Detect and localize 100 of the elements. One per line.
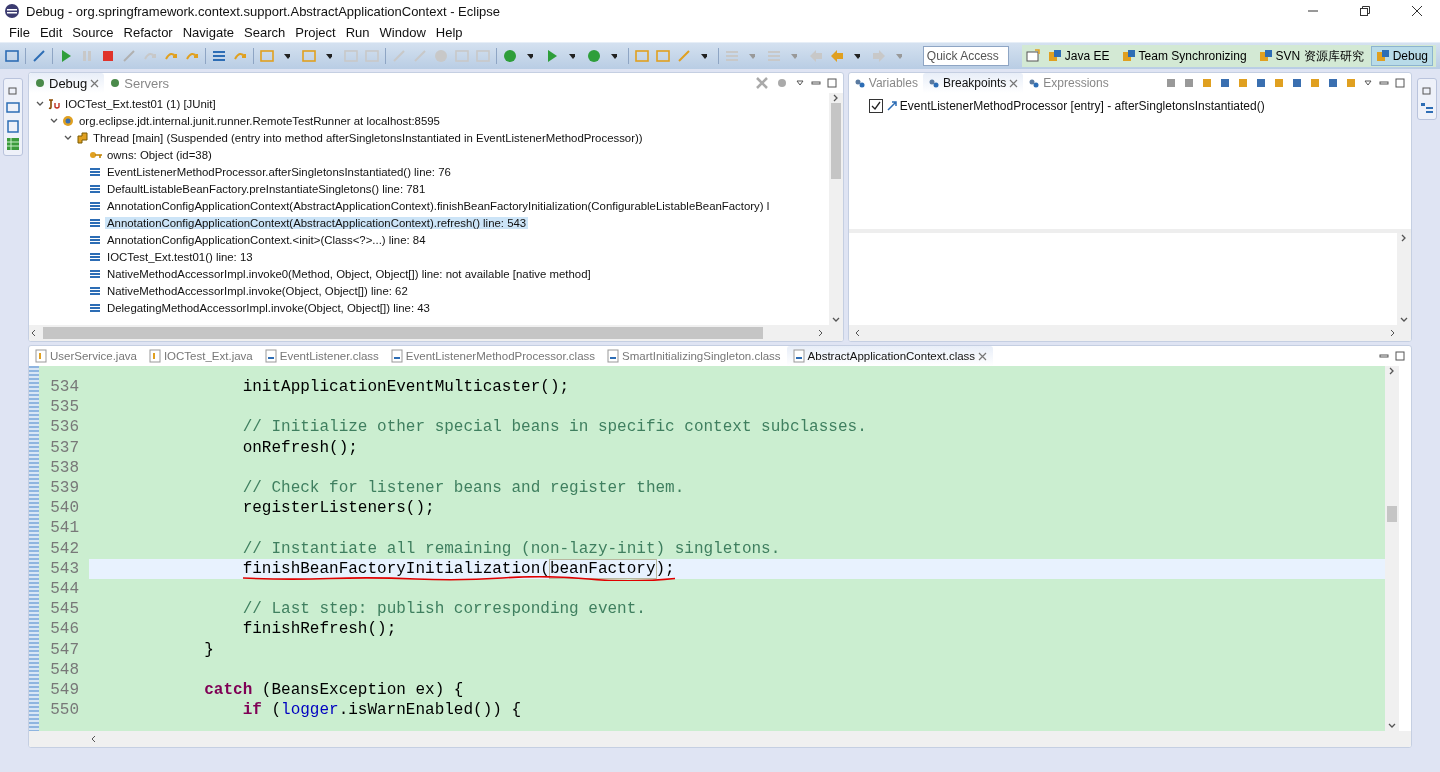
menu-item[interactable]: Run bbox=[340, 24, 375, 40]
editor-tab[interactable]: EventListenerMethodProcessor.class bbox=[384, 346, 602, 366]
perspective-button[interactable]: SVN 资源库研究 bbox=[1253, 46, 1369, 66]
scroll-thumb[interactable] bbox=[830, 103, 841, 179]
maximize-icon[interactable] bbox=[1395, 351, 1405, 361]
code-line: catch (BeansException ex) { bbox=[203, 680, 464, 699]
stop-icon[interactable] bbox=[100, 48, 116, 64]
scrollbar[interactable] bbox=[29, 731, 1411, 747]
tree-item[interactable]: NativeMethodAccessorImpl.invoke(Object, Object[]) line: 62 bbox=[29, 282, 829, 299]
menu-item[interactable]: Edit bbox=[34, 24, 68, 40]
line-number: 544 bbox=[49, 578, 80, 600]
tree-item-label: DefaultListableBeanFactory.preInstantiateSingletons() line: 781 bbox=[106, 182, 427, 195]
menu-item[interactable]: Navigate bbox=[177, 24, 239, 40]
minimize-icon[interactable] bbox=[1379, 351, 1389, 361]
tree-item[interactable]: AnnotationConfigApplicationContext(AbstractApplicationContext).finishBeanFactoryInitialization(ConfigurableListableBeanFactory) l bbox=[29, 197, 829, 214]
process-icon bbox=[61, 113, 75, 128]
maximize-icon[interactable] bbox=[1395, 78, 1405, 88]
tree-item-label: IOCTest_Ext.test01() line: 13 bbox=[106, 250, 254, 263]
scrollbar[interactable] bbox=[1385, 366, 1399, 731]
code-comment: // Initialize other special beans in specific context subclasses. bbox=[241, 418, 867, 437]
editor-tab[interactable]: EventListener.class bbox=[258, 346, 385, 366]
menu-item[interactable]: File bbox=[4, 24, 35, 40]
quick-access-field[interactable]: Quick Access bbox=[922, 46, 1009, 66]
junit-icon bbox=[47, 97, 61, 110]
tree-item[interactable]: IOCTest_Ext.test01 (1) [JUnit] bbox=[29, 95, 829, 112]
line-number: 543 bbox=[39, 558, 89, 579]
menu-item[interactable]: Source bbox=[67, 24, 119, 40]
editor-tab[interactable]: SmartInitializingSingleton.class bbox=[601, 346, 787, 366]
back-icon[interactable] bbox=[829, 48, 845, 64]
tree-item[interactable]: NativeMethodAccessorImpl.invoke0(Method, Object, Object[]) line: not available [native method] bbox=[29, 265, 829, 282]
menu-item[interactable]: Search bbox=[239, 24, 291, 40]
tree-item[interactable]: Thread [main] (Suspended (entry into method afterSingletonsInstantiated in EventListenerMethodProcessor)) bbox=[29, 129, 829, 146]
view-tab[interactable]: Variables bbox=[848, 73, 923, 93]
view-menu-icon[interactable] bbox=[1363, 78, 1373, 88]
code-line: if (logger.isWarnEnabled()) { bbox=[241, 701, 522, 720]
line-number: 545 bbox=[49, 599, 80, 620]
breakpoint-icon bbox=[885, 99, 898, 112]
perspective-icon bbox=[1121, 49, 1136, 63]
scroll-thumb[interactable] bbox=[43, 327, 763, 339]
table-icon[interactable] bbox=[6, 137, 20, 151]
editor-tab[interactable]: AbstractApplicationContext.class bbox=[786, 346, 994, 366]
checkbox[interactable] bbox=[868, 98, 883, 113]
perspective-button[interactable]: Java EE bbox=[1042, 46, 1115, 66]
tree-item[interactable]: DelegatingMethodAccessorImpl.invoke(Object, Object[]) line: 43 bbox=[29, 299, 829, 316]
close-icon[interactable] bbox=[1009, 78, 1019, 88]
perspective-button[interactable]: Team Synchronizing bbox=[1116, 46, 1252, 66]
menu-item[interactable]: Project bbox=[290, 24, 341, 40]
minimize-icon[interactable] bbox=[1379, 78, 1389, 88]
editor-tab[interactable]: UserService.java bbox=[29, 346, 143, 366]
view-tab[interactable]: Debug bbox=[29, 73, 105, 93]
code-comment: // Check for listener beans and register them. bbox=[241, 479, 685, 498]
minimize-icon[interactable] bbox=[810, 78, 821, 88]
scrollbar[interactable] bbox=[828, 93, 843, 325]
view-tab[interactable]: Breakpoints bbox=[922, 73, 1024, 93]
line-number: 535 bbox=[49, 397, 80, 418]
stack-frame-icon bbox=[89, 284, 101, 297]
tree-item[interactable]: EventListenerMethodProcessor.afterSingletonsInstantiated() line: 76 bbox=[29, 163, 829, 180]
monitor-icon[interactable] bbox=[6, 101, 20, 115]
scrollbar[interactable] bbox=[848, 325, 1411, 341]
thread-icon bbox=[75, 130, 89, 145]
tree-item[interactable]: AnnotationConfigApplicationContext(AbstractApplicationContext).refresh() line: 543 bbox=[29, 214, 829, 231]
tree-item[interactable]: org.eclipse.jdt.internal.junit.runner.RemoteTestRunner at localhost:8595 bbox=[29, 112, 829, 129]
tree-item-label: Thread [main] (Suspended (entry into method afterSingletonsInstantiated in EventListenerMethodProcessor)) bbox=[92, 131, 644, 144]
line-number: 540 bbox=[49, 498, 80, 519]
perspective-icon bbox=[1047, 49, 1062, 63]
menu-item[interactable]: Refactor bbox=[118, 24, 178, 40]
editor-tab[interactable]: IOCTest_Ext.java bbox=[142, 346, 259, 366]
close-icon[interactable] bbox=[978, 351, 988, 361]
clipboard-icon[interactable] bbox=[6, 119, 20, 133]
scrollbar[interactable] bbox=[29, 325, 843, 341]
close-icon[interactable] bbox=[90, 78, 100, 88]
tree-item[interactable]: AnnotationConfigApplicationContext.<init>(Class<?>...) line: 84 bbox=[29, 231, 829, 248]
drop-frame-icon[interactable] bbox=[211, 48, 227, 64]
view-tab[interactable]: Expressions bbox=[1023, 73, 1114, 93]
menu-item[interactable]: Window bbox=[374, 24, 431, 40]
maximize-icon[interactable] bbox=[826, 78, 837, 88]
stack-frame-icon bbox=[89, 267, 101, 280]
stack-frame-icon bbox=[89, 301, 101, 314]
line-number: 538 bbox=[49, 457, 80, 478]
tree-item-label: DelegatingMethodAccessorImpl.invoke(Object, Object[]) line: 43 bbox=[106, 301, 431, 314]
perspective-button[interactable]: Debug bbox=[1370, 46, 1433, 66]
class-file-icon bbox=[607, 349, 620, 363]
tree-item[interactable]: IOCTest_Ext.test01() line: 13 bbox=[29, 248, 829, 265]
view-menu-icon[interactable] bbox=[794, 78, 805, 88]
monitor-icon[interactable] bbox=[4, 48, 20, 64]
scroll-thumb[interactable] bbox=[1387, 506, 1397, 522]
stack-frame-icon bbox=[89, 199, 101, 212]
outline-icon[interactable] bbox=[1420, 101, 1434, 115]
tree-item[interactable]: DefaultListableBeanFactory.preInstantiateSingletons() line: 781 bbox=[29, 180, 829, 197]
menu-item[interactable]: Help bbox=[430, 24, 468, 40]
line-number: 546 bbox=[49, 619, 80, 640]
stack-frame-icon bbox=[89, 182, 101, 195]
class-file-icon bbox=[390, 349, 403, 363]
line-number: 542 bbox=[49, 538, 80, 559]
tree-item[interactable]: owns: Object (id=38) bbox=[29, 146, 829, 163]
view-tab[interactable]: Servers bbox=[104, 73, 175, 93]
line-number: 534 bbox=[49, 377, 80, 398]
tree-item-label: AnnotationConfigApplicationContext(AbstractApplicationContext).finishBeanFactoryInitialization(ConfigurableListableBeanFactory) l bbox=[106, 199, 771, 212]
open-perspective-icon[interactable] bbox=[1024, 48, 1041, 64]
stack-frame-icon bbox=[89, 233, 101, 246]
